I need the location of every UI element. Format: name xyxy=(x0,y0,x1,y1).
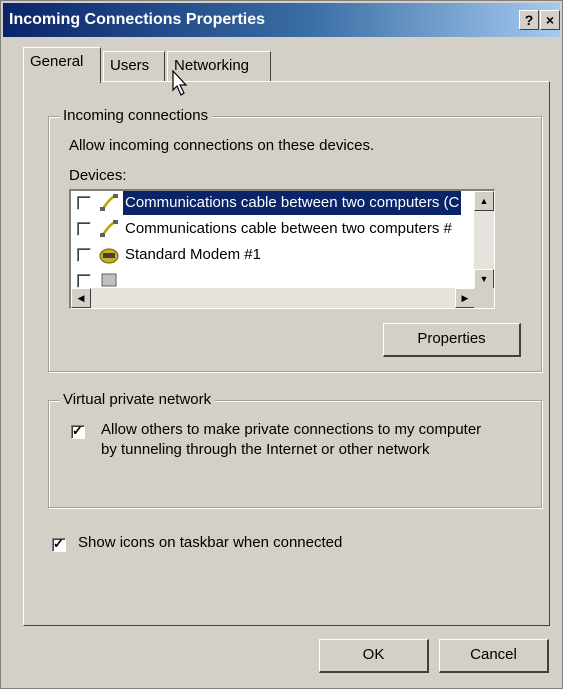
taskbar-checkbox[interactable] xyxy=(52,536,66,552)
list-item[interactable]: Standard Modem #1 xyxy=(71,243,475,269)
device-checkbox[interactable] xyxy=(77,248,91,262)
tab-users-label: Users xyxy=(110,57,150,74)
scroll-right-icon[interactable]: ▶ xyxy=(455,288,475,308)
mouse-cursor-icon xyxy=(172,70,188,96)
device-label: Communications cable between two compute… xyxy=(123,191,462,215)
incoming-connections-group: Incoming connections Allow incoming conn… xyxy=(48,107,542,372)
help-button[interactable]: ? xyxy=(519,10,539,30)
scroll-left-icon[interactable]: ◀ xyxy=(71,288,91,308)
tab-users[interactable]: Users xyxy=(103,51,165,81)
taskbar-checkbox-label: Show icons on taskbar when connected xyxy=(78,534,343,551)
list-item[interactable]: Communications cable between two compute… xyxy=(71,217,475,243)
cable-icon xyxy=(100,220,118,238)
ok-button[interactable]: OK xyxy=(319,639,429,673)
tab-panel-general: Incoming connections Allow incoming conn… xyxy=(23,81,550,626)
devices-listbox[interactable]: Communications cable between two compute… xyxy=(69,189,495,309)
devices-horizontal-scrollbar[interactable]: ◀ ▶ xyxy=(71,288,475,308)
devices-vertical-scrollbar[interactable]: ▲ ▼ xyxy=(474,191,494,289)
incoming-description: Allow incoming connections on these devi… xyxy=(69,137,375,154)
device-label: Communications cable between two compute… xyxy=(125,220,452,237)
cancel-button[interactable]: Cancel xyxy=(439,639,549,673)
modem-icon xyxy=(99,248,119,264)
list-item[interactable]: Communications cable between two compute… xyxy=(71,191,475,217)
window-title: Incoming Connections Properties xyxy=(9,11,266,28)
cable-icon xyxy=(100,194,118,212)
scroll-up-icon[interactable]: ▲ xyxy=(474,191,494,211)
properties-button[interactable]: Properties xyxy=(383,323,521,357)
vpn-checkbox[interactable] xyxy=(71,423,85,439)
device-checkbox[interactable] xyxy=(77,196,91,210)
device-checkbox[interactable] xyxy=(77,274,91,288)
tab-general-label: General xyxy=(30,53,84,70)
tab-general[interactable]: General xyxy=(23,47,101,83)
dialog-window: Incoming Connections Properties ? × Gene… xyxy=(0,0,563,689)
title-bar[interactable]: Incoming Connections Properties ? × xyxy=(3,3,560,37)
vpn-legend: Virtual private network xyxy=(59,391,216,408)
device-label: Standard Modem #1 xyxy=(125,246,261,263)
close-button[interactable]: × xyxy=(540,10,560,30)
scroll-down-icon[interactable]: ▼ xyxy=(474,269,494,289)
vpn-checkbox-label-line1: Allow others to make private connections… xyxy=(101,421,482,438)
devices-label: Devices: xyxy=(69,167,127,184)
vpn-checkbox-label-line2: by tunneling through the Internet or oth… xyxy=(101,441,430,458)
scrollbar-corner xyxy=(474,288,494,308)
incoming-connections-legend: Incoming connections xyxy=(59,107,213,124)
vpn-group: Virtual private network Allow others to … xyxy=(48,391,542,508)
device-checkbox[interactable] xyxy=(77,222,91,236)
